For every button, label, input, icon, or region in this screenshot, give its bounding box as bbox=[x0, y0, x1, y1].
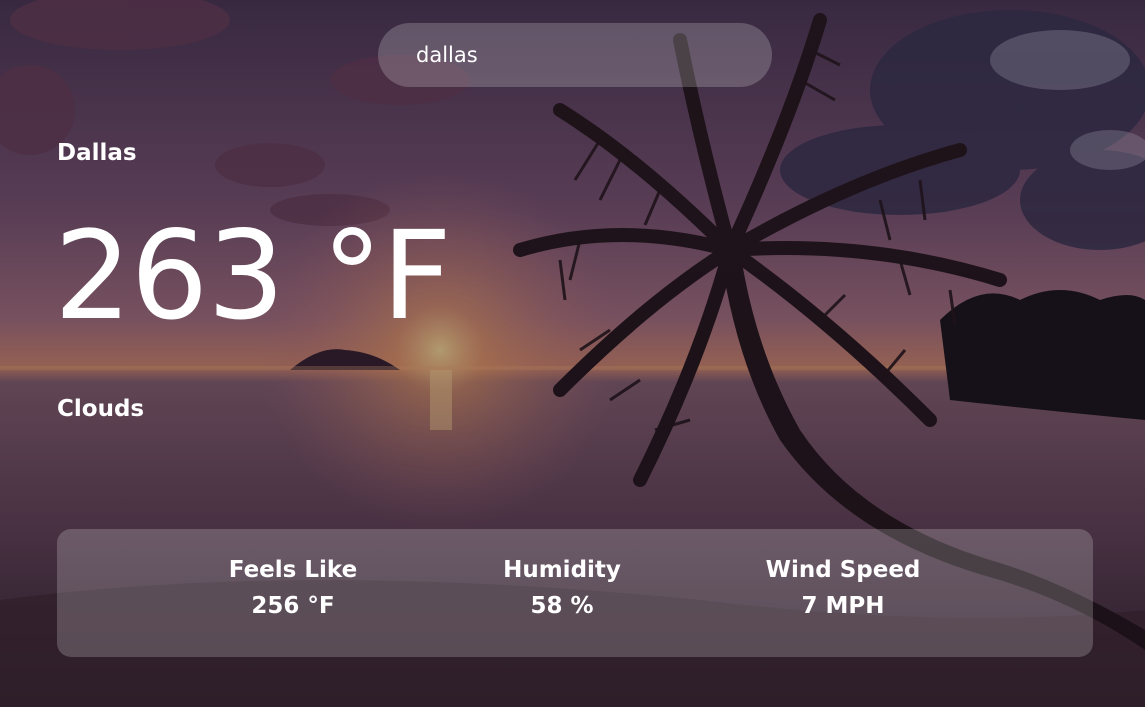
feels-like-stat: Feels Like 256 °F bbox=[183, 557, 403, 619]
weather-description: Clouds bbox=[57, 396, 145, 422]
wind-speed-value: 7 MPH bbox=[801, 593, 885, 619]
stats-panel: Feels Like 256 °F Humidity 58 % Wind Spe… bbox=[57, 529, 1093, 657]
wind-speed-stat: Wind Speed 7 MPH bbox=[733, 557, 953, 619]
feels-like-label: Feels Like bbox=[228, 557, 358, 583]
search-input[interactable] bbox=[378, 23, 772, 87]
feels-like-value: 256 °F bbox=[251, 593, 335, 619]
temperature: 263 °F bbox=[54, 205, 452, 347]
city-name: Dallas bbox=[57, 140, 137, 166]
humidity-stat: Humidity 58 % bbox=[452, 557, 672, 619]
humidity-label: Humidity bbox=[503, 557, 621, 583]
humidity-value: 58 % bbox=[530, 593, 594, 619]
wind-speed-label: Wind Speed bbox=[765, 557, 921, 583]
